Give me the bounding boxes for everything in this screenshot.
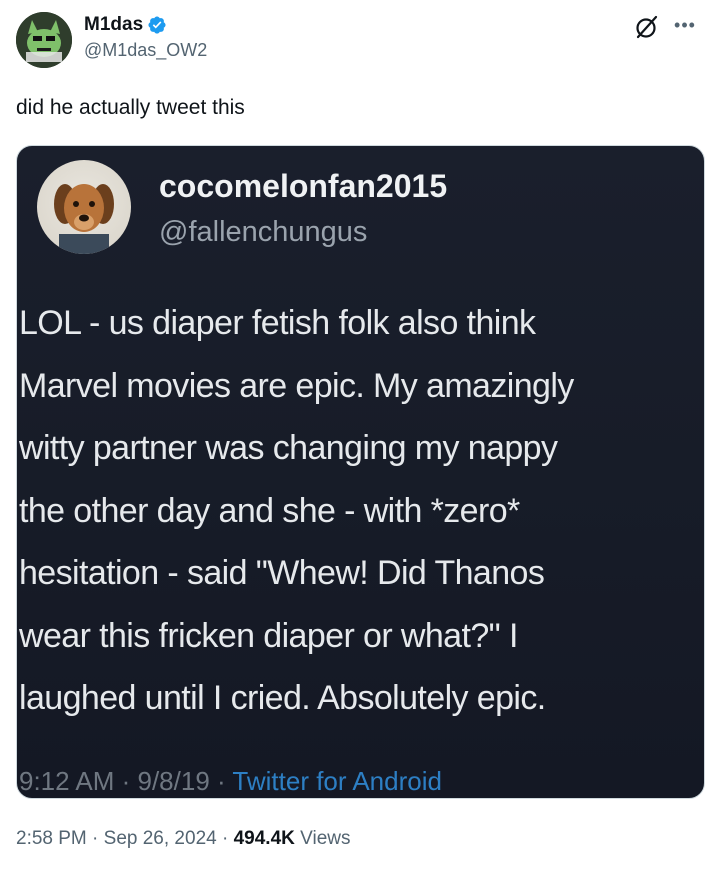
dog-avatar-image [54, 184, 114, 254]
tweet-date[interactable]: Sep 26, 2024 [104, 828, 217, 849]
author-avatar-image [16, 12, 72, 68]
embedded-tweet-source: Twitter for Android [232, 766, 442, 796]
tweet-time[interactable]: 2:58 PM [16, 828, 87, 849]
views-count[interactable]: 494.4K [234, 828, 295, 849]
name-row: M1das [84, 14, 207, 36]
author-info: M1das @M1das_OW2 [84, 14, 207, 61]
tweet-header: M1das @M1das_OW2 ••• [16, 12, 700, 72]
more-icon[interactable]: ••• [670, 12, 700, 38]
tweet-footer: 2:58 PM · Sep 26, 2024 · 494.4K Views [16, 828, 351, 850]
footer-separator-2: · [216, 828, 234, 849]
embedded-tweet-body: LOL - us diaper fetish folk also think M… [19, 304, 574, 717]
verified-badge-icon[interactable] [147, 15, 167, 35]
embedded-avatar [37, 160, 131, 254]
footer-separator-1: · [86, 828, 104, 849]
embedded-author-name: cocomelonfan2015 [159, 168, 448, 204]
tweet-text: did he actually tweet this [16, 96, 245, 119]
embedded-author-handle: @fallenchungus [159, 216, 368, 248]
views-label: Views [294, 828, 351, 849]
embedded-tweet-time: 9:12 AM · 9/8/19 · [19, 766, 233, 796]
grok-icon[interactable] [634, 14, 660, 40]
author-avatar[interactable] [16, 12, 72, 68]
embedded-tweet-meta: 9:12 AM · 9/8/19 · Twitter for Android [19, 766, 442, 797]
author-handle[interactable]: @M1das_OW2 [84, 40, 207, 61]
tweet-media-screenshot[interactable]: cocomelonfan2015 @fallenchungus LOL - us… [16, 145, 705, 799]
author-name[interactable]: M1das [84, 14, 143, 36]
